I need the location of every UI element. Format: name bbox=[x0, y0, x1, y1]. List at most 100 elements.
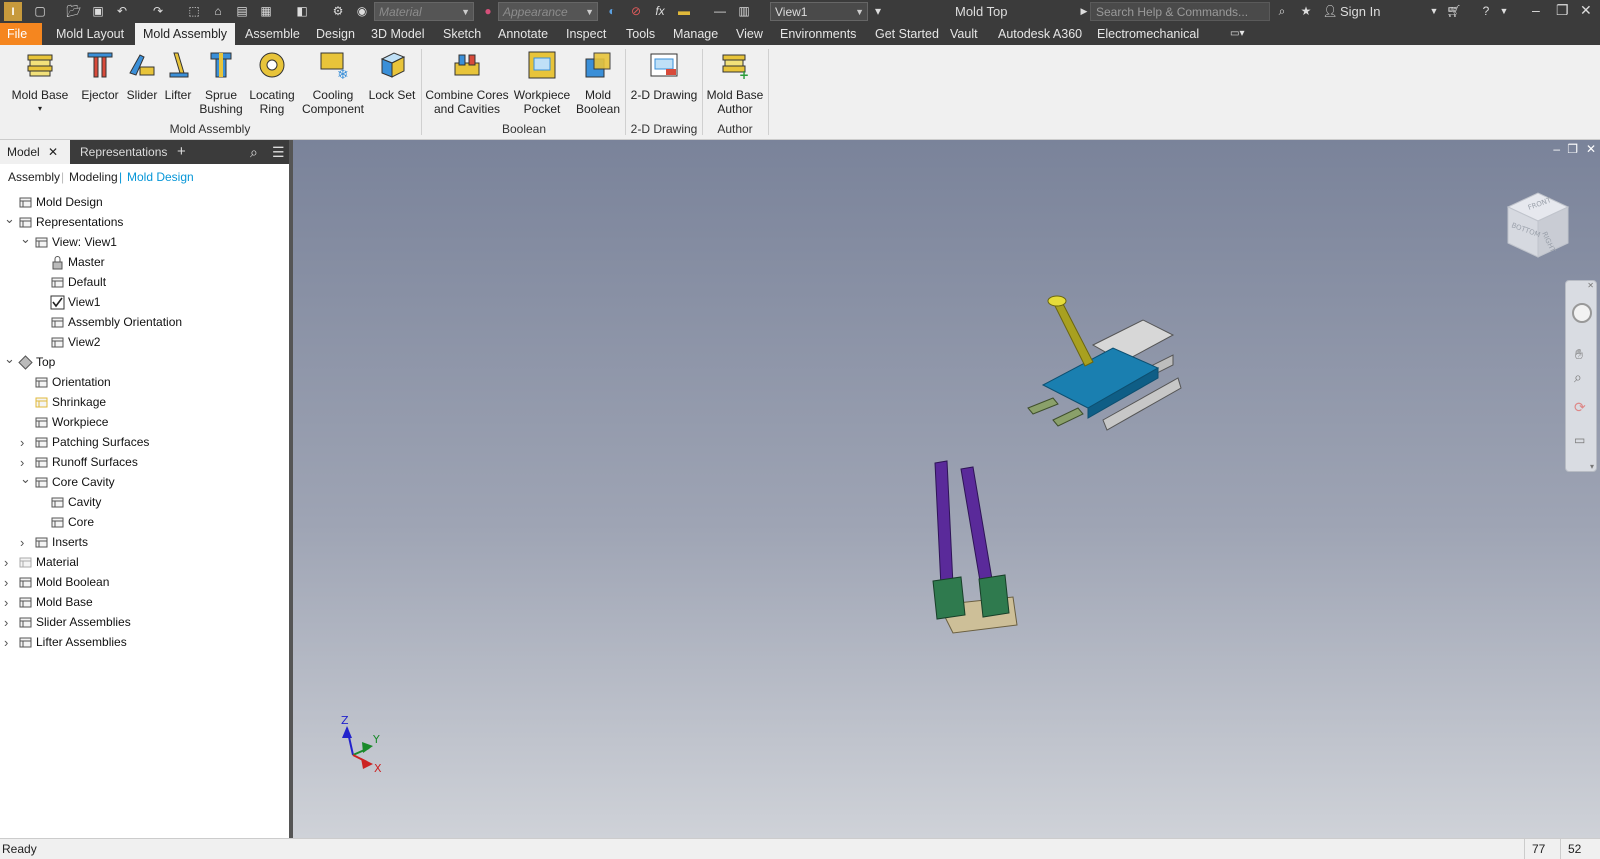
binoculars-icon[interactable]: ⌕ bbox=[1274, 3, 1290, 19]
mold-boolean-button[interactable]: Mold Boolean bbox=[572, 49, 624, 116]
tab-sketch[interactable]: Sketch bbox=[435, 23, 489, 45]
subtab-assembly[interactable]: Assembly bbox=[8, 170, 60, 184]
steering-wheel-icon[interactable] bbox=[1572, 303, 1592, 323]
inventor-logo-icon[interactable]: I bbox=[4, 2, 22, 21]
tree-row[interactable]: › Slider Assemblies bbox=[0, 613, 285, 632]
collapse-chevron-icon[interactable]: ⌄ bbox=[4, 349, 15, 368]
restore-window-icon[interactable]: ❐ bbox=[1556, 2, 1569, 19]
close-icon[interactable]: ✕ bbox=[48, 140, 58, 164]
tree-row[interactable]: Workpiece bbox=[0, 413, 285, 432]
workpiece-pocket-button[interactable]: Workpiece Pocket bbox=[510, 49, 574, 116]
expand-chevron-icon[interactable]: › bbox=[20, 433, 30, 452]
redo-icon[interactable]: ↷ bbox=[150, 3, 166, 19]
tab-environments[interactable]: Environments bbox=[772, 23, 864, 45]
select-icon[interactable]: ▦ bbox=[258, 3, 274, 19]
viewport-restore-icon[interactable]: ❐ bbox=[1567, 142, 1578, 156]
pan-icon[interactable]: ✋︎ bbox=[1575, 346, 1583, 363]
collapse-chevron-icon[interactable]: ⌄ bbox=[4, 209, 15, 228]
display-icon[interactable]: ▥ bbox=[736, 3, 752, 19]
measure-icon[interactable]: ◧ bbox=[294, 3, 310, 19]
tree-row[interactable]: Default bbox=[0, 273, 285, 292]
tab-assemble[interactable]: Assemble bbox=[237, 23, 308, 45]
tab-mold-layout[interactable]: Mold Layout bbox=[48, 23, 132, 45]
search-icon[interactable]: ⌕ bbox=[243, 140, 258, 164]
collapse-chevron-icon[interactable]: ⌄ bbox=[20, 469, 31, 488]
menu-icon[interactable]: ☰ bbox=[265, 140, 285, 164]
expand-chevron-icon[interactable]: › bbox=[20, 533, 30, 552]
viewport-minimize-icon[interactable]: – bbox=[1553, 142, 1560, 156]
open-icon[interactable]: 📂︎ bbox=[66, 3, 82, 19]
expand-chevron-icon[interactable]: › bbox=[4, 553, 14, 572]
tree-row[interactable]: Orientation bbox=[0, 373, 285, 392]
material-combo[interactable]: Material ▼ bbox=[374, 2, 474, 21]
viewcube[interactable]: FRONT RIGHT BOTTOM bbox=[1498, 185, 1578, 265]
tab-get-started[interactable]: Get Started bbox=[867, 23, 947, 45]
combine-cores-cavities-button[interactable]: Combine Cores and Cavities bbox=[424, 49, 510, 116]
tab-file[interactable]: File bbox=[0, 23, 42, 45]
help-icon[interactable]: ? bbox=[1478, 3, 1494, 19]
viewport-close-icon[interactable]: ✕ bbox=[1586, 142, 1596, 156]
tree-row[interactable]: › Lifter Assemblies bbox=[0, 633, 285, 652]
adjust-appearance-icon[interactable]: ◐ bbox=[604, 3, 620, 19]
tree-row[interactable]: › Runoff Surfaces bbox=[0, 453, 285, 472]
new-icon[interactable]: ▢ bbox=[32, 3, 48, 19]
zoom-icon[interactable]: ⌕ bbox=[1574, 369, 1582, 386]
tree-row[interactable]: ⌄ Representations bbox=[0, 211, 285, 232]
tab-representations[interactable]: Representations bbox=[73, 140, 167, 164]
nav-bar-menu-icon[interactable]: ▾ bbox=[1590, 462, 1594, 471]
tab-mold-assembly[interactable]: Mold Assembly bbox=[135, 23, 236, 45]
subtab-modeling[interactable]: Modeling bbox=[69, 170, 118, 184]
search-input[interactable]: Search Help & Commands... bbox=[1090, 2, 1270, 21]
tree-row[interactable]: › Mold Base bbox=[0, 593, 285, 612]
orbit-icon[interactable]: ⟳ bbox=[1574, 399, 1586, 416]
tree-row[interactable]: Cavity bbox=[0, 493, 285, 512]
look-at-icon[interactable]: ▭ bbox=[1574, 433, 1585, 447]
tab-model[interactable]: Model ✕ bbox=[0, 140, 70, 164]
tree-row[interactable]: Core bbox=[0, 513, 285, 532]
tree-row[interactable]: › Patching Surfaces bbox=[0, 433, 285, 452]
locating-ring-button[interactable]: Locating Ring bbox=[244, 49, 300, 116]
tree-row[interactable]: › Mold Boolean bbox=[0, 573, 285, 592]
tree-row[interactable]: Assembly Orientation bbox=[0, 313, 285, 332]
2d-drawing-button[interactable]: 2-D Drawing bbox=[628, 49, 700, 102]
tab-3d-model[interactable]: 3D Model bbox=[363, 23, 433, 45]
close-window-icon[interactable]: ✕ bbox=[1580, 2, 1592, 19]
expand-chevron-icon[interactable]: › bbox=[4, 573, 14, 592]
tab-electromechanical[interactable]: Electromechanical bbox=[1089, 23, 1207, 45]
favorites-star-icon[interactable]: ★ bbox=[1298, 3, 1314, 19]
sprue-bushing-button[interactable]: Sprue Bushing bbox=[198, 49, 244, 116]
tree-row[interactable]: Master bbox=[0, 253, 285, 272]
model-slider-assembly[interactable] bbox=[1013, 290, 1193, 440]
nav-bar-close-icon[interactable]: ✕ bbox=[1587, 281, 1594, 290]
clear-appearance-icon[interactable]: ⊘ bbox=[628, 3, 644, 19]
fx-icon[interactable]: fx bbox=[652, 3, 668, 19]
tree-row[interactable]: ⌄ View: View1 bbox=[0, 231, 285, 252]
ribbon-display-toggle-icon[interactable]: ▭▾ bbox=[1222, 23, 1252, 45]
expand-chevron-icon[interactable]: › bbox=[4, 633, 14, 652]
subtab-mold-design[interactable]: Mold Design bbox=[127, 170, 194, 184]
tab-annotate[interactable]: Annotate bbox=[490, 23, 556, 45]
collapse-chevron-icon[interactable]: ⌄ bbox=[20, 229, 31, 248]
tab-manage[interactable]: Manage bbox=[665, 23, 726, 45]
tree-row[interactable]: View2 bbox=[0, 333, 285, 352]
tab-view[interactable]: View bbox=[728, 23, 771, 45]
tab-autodesk-a360[interactable]: Autodesk A360 bbox=[990, 23, 1090, 45]
return-icon[interactable]: ⬚ bbox=[186, 3, 202, 19]
lock-set-button[interactable]: Lock Set bbox=[366, 49, 418, 102]
update-icon[interactable]: ▤ bbox=[234, 3, 250, 19]
view-representation-combo[interactable]: View1 ▼ bbox=[770, 2, 868, 21]
color-override-icon[interactable]: ▬ bbox=[676, 3, 692, 19]
tree-row[interactable]: ⌄ Top bbox=[0, 351, 285, 372]
graphics-window[interactable]: – ❐ ✕ FRONT RIGHT BOTTOM ✕ ✋︎ ⌕ ⟳ ▭ ▾ Z … bbox=[293, 140, 1600, 838]
help-dropdown-icon[interactable]: ▼ bbox=[1496, 3, 1512, 19]
ejector-button[interactable]: Ejector bbox=[76, 49, 124, 102]
mold-base-button[interactable]: Mold Base ▾ bbox=[8, 49, 72, 116]
cooling-component-button[interactable]: ❄ Cooling Component bbox=[300, 49, 366, 116]
tab-vault[interactable]: Vault bbox=[942, 23, 986, 45]
tab-inspect[interactable]: Inspect bbox=[558, 23, 614, 45]
tree-row[interactable]: › Inserts bbox=[0, 533, 285, 552]
sign-in-dropdown-icon[interactable]: ▼ bbox=[1426, 3, 1442, 19]
home-icon[interactable]: ⌂ bbox=[210, 3, 226, 19]
mold-base-author-button[interactable]: + Mold Base Author bbox=[704, 49, 766, 116]
add-tab-icon[interactable]: + bbox=[170, 140, 186, 164]
